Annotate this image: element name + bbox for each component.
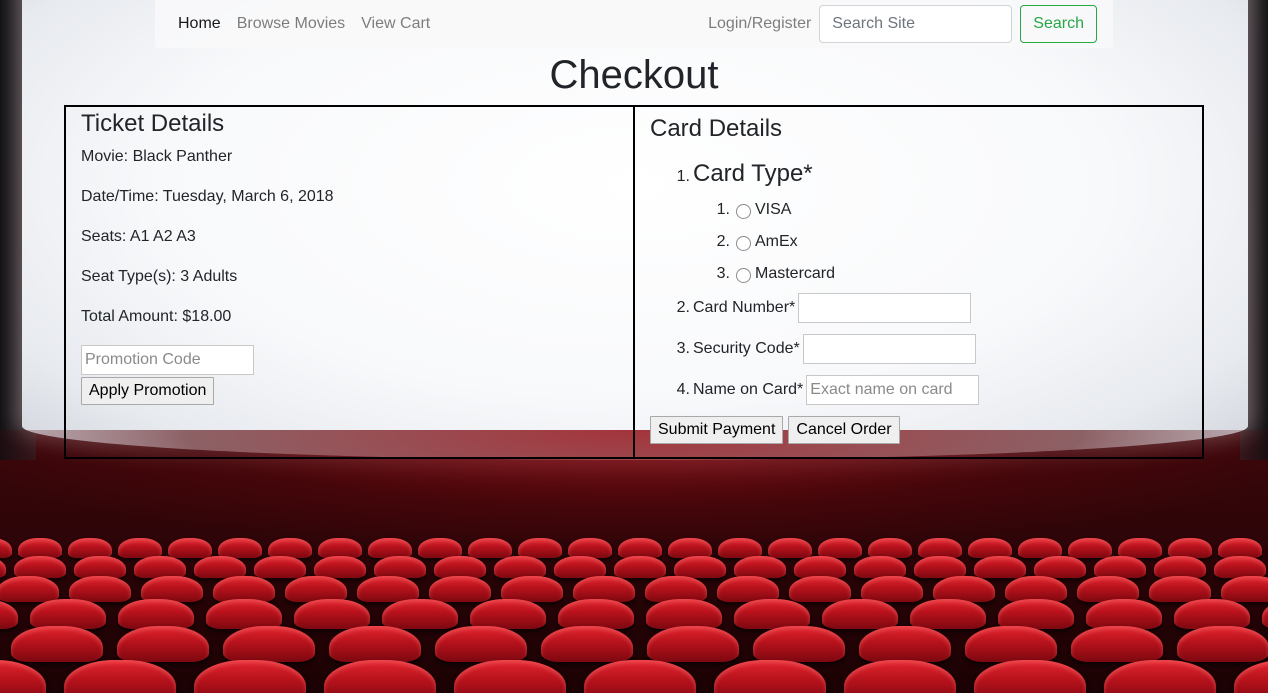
list-number: 1. — [676, 168, 690, 185]
search-input[interactable] — [819, 5, 1013, 43]
nav-login-register-link[interactable]: Login/Register — [708, 12, 811, 36]
card-number-field[interactable] — [798, 293, 972, 323]
seat-row — [0, 556, 1268, 578]
security-code-label: Security Code* — [693, 340, 800, 357]
security-code-item: 3. Security Code* — [674, 334, 1187, 364]
list-number: 1. — [716, 201, 730, 218]
card-type-item: 1. Card Type* 1. VISA 2. AmEx 3. Masterc… — [674, 160, 1187, 294]
name-on-card-field[interactable] — [806, 375, 980, 405]
name-on-card-item: 4. Name on Card* — [674, 375, 1187, 405]
apply-promotion-button[interactable]: Apply Promotion — [81, 377, 215, 405]
amex-radio[interactable] — [736, 236, 751, 251]
ticket-details-title: Ticket Details — [81, 110, 225, 137]
ticket-seats: Seats: A1 A2 A3 — [81, 228, 196, 245]
card-type-label: Card Type* — [693, 160, 813, 187]
card-details-panel: Card Details 1. Card Type* 1. VISA 2. Am… — [635, 107, 1202, 457]
card-type-option-mastercard[interactable]: 3. Mastercard — [714, 262, 835, 286]
nav-home-link[interactable]: Home — [178, 12, 221, 36]
card-type-options: 1. VISA 2. AmEx 3. Mastercard — [714, 198, 835, 294]
seat-row — [0, 660, 1268, 693]
mastercard-radio[interactable] — [736, 268, 751, 283]
visa-label: VISA — [755, 201, 792, 218]
mastercard-label: Mastercard — [755, 265, 836, 282]
list-number: 3. — [716, 265, 730, 282]
nav-view-cart-link[interactable]: View Cart — [361, 12, 430, 36]
card-type-option-amex[interactable]: 2. AmEx — [714, 230, 835, 254]
submit-payment-button[interactable]: Submit Payment — [650, 416, 784, 444]
list-number: 3. — [676, 340, 690, 357]
card-number-item: 2. Card Number* — [674, 293, 1187, 323]
ticket-movie: Movie: Black Panther — [81, 148, 233, 165]
nav-browse-movies-link[interactable]: Browse Movies — [237, 12, 345, 36]
list-number: 2. — [716, 233, 730, 250]
ticket-datetime: Date/Time: Tuesday, March 6, 2018 — [81, 188, 334, 205]
seat-row — [0, 538, 1268, 558]
navbar: Home Browse Movies View Cart Login/Regis… — [155, 0, 1113, 48]
ticket-seat-types: Seat Type(s): 3 Adults — [81, 268, 238, 285]
checkout-table: Ticket Details Movie: Black Panther Date… — [64, 105, 1204, 459]
card-number-label: Card Number* — [693, 299, 796, 316]
search-button[interactable]: Search — [1020, 5, 1097, 43]
form-actions: Submit Payment Cancel Order — [650, 416, 1187, 444]
card-type-option-visa[interactable]: 1. VISA — [714, 198, 835, 222]
seat-row — [0, 599, 1268, 629]
card-details-title: Card Details — [650, 115, 783, 142]
ticket-total-amount: Total Amount: $18.00 — [81, 308, 232, 325]
amex-label: AmEx — [755, 233, 798, 250]
security-code-field[interactable] — [802, 334, 976, 364]
list-number: 2. — [676, 299, 690, 316]
ticket-details-panel: Ticket Details Movie: Black Panther Date… — [66, 107, 635, 457]
page-title: Checkout — [549, 53, 719, 97]
cancel-order-button[interactable]: Cancel Order — [788, 416, 900, 444]
visa-radio[interactable] — [736, 204, 751, 219]
list-number: 4. — [676, 381, 690, 398]
seat-row — [0, 626, 1268, 662]
card-form-list: 1. Card Type* 1. VISA 2. AmEx 3. Masterc… — [674, 160, 1187, 405]
promotion-code-input[interactable] — [81, 345, 254, 375]
name-on-card-label: Name on Card* — [693, 381, 804, 398]
